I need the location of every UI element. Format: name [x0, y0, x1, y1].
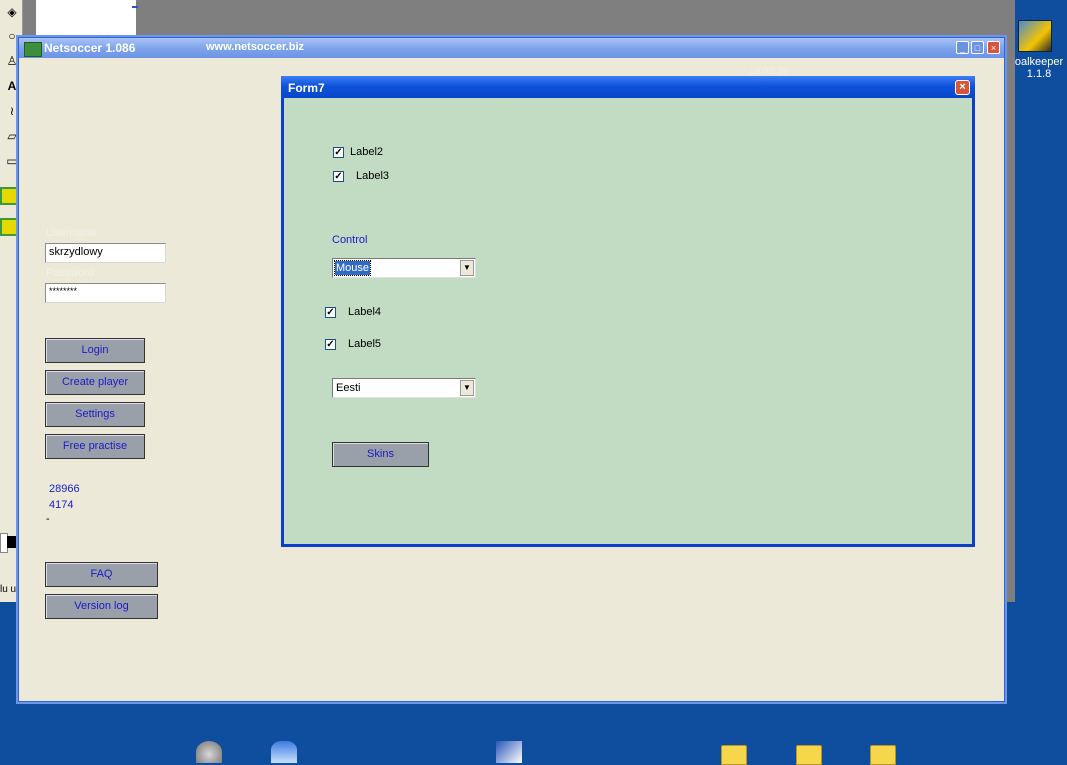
label5-text: Label5	[348, 338, 382, 350]
shortcut-label-line1: oalkeeper	[1014, 56, 1064, 68]
shortcut-label-line2: 1.1.8	[1026, 68, 1052, 80]
background-canvas	[36, 0, 136, 36]
folder-icon[interactable]	[870, 745, 896, 765]
skins-button[interactable]: Skins	[332, 442, 429, 467]
dialog-title: Form7	[288, 81, 325, 95]
label2-checkbox[interactable]: ✓	[333, 147, 344, 158]
label2-text: Label2	[350, 146, 384, 158]
username-input[interactable]: skrzydlowy	[45, 243, 166, 263]
netsoccer-logo-icon	[24, 42, 42, 57]
app-icon[interactable]	[0, 218, 18, 236]
window-title: Netsoccer 1.086	[44, 41, 136, 55]
language-dropdown[interactable]: Eesti ▼	[332, 378, 476, 398]
window-url: www.netsoccer.biz	[206, 41, 305, 53]
faq-button[interactable]: FAQ	[45, 562, 158, 587]
create-player-button[interactable]: Create player	[45, 370, 145, 395]
stat-value-3: -	[46, 513, 50, 525]
color-swatch-black[interactable]	[7, 536, 17, 548]
control-dropdown-value: Mouse	[333, 260, 372, 276]
chevron-down-icon[interactable]: ▼	[460, 380, 474, 396]
language-dropdown-value: Eesti	[336, 382, 361, 394]
close-button[interactable]: ×	[987, 41, 1000, 54]
window-titlebar[interactable]: Netsoccer 1.086 www.netsoccer.biz _ □ ×	[19, 38, 1004, 58]
paint-bucket-icon[interactable]: ◈	[4, 5, 20, 19]
app-icon[interactable]	[0, 187, 18, 205]
folder-icon[interactable]	[721, 745, 747, 765]
version-log-button[interactable]: Version log	[45, 594, 158, 619]
stat-value-2: 4174	[49, 499, 74, 511]
folder-icon[interactable]	[796, 745, 822, 765]
password-label: Password	[46, 267, 95, 279]
goalkeeper-shortcut-icon[interactable]	[1018, 20, 1052, 52]
control-dropdown[interactable]: Mouse ▼	[332, 258, 476, 278]
label3-text: Label3	[356, 170, 390, 182]
label5-checkbox[interactable]: ✓	[325, 339, 336, 350]
label3-checkbox[interactable]: ✓	[333, 171, 344, 182]
label4-text: Label4	[348, 306, 382, 318]
control-label: Control	[332, 234, 368, 246]
free-practise-button[interactable]: Free practise	[45, 434, 145, 459]
dialog-body: ✓ Label2 ✓ Label3 Control Mouse ▼ ✓ Labe…	[284, 98, 972, 544]
goalkeeper-shortcut-label[interactable]: oalkeeper 1.1.8	[1011, 56, 1067, 80]
maximize-button[interactable]: □	[971, 41, 984, 54]
dialog-titlebar[interactable]: Form7 ×	[281, 76, 975, 98]
password-input[interactable]: ********	[45, 283, 166, 303]
login-button[interactable]: Login	[45, 338, 145, 363]
network-icon[interactable]	[196, 741, 222, 763]
chevron-down-icon[interactable]: ▼	[460, 260, 474, 276]
shortcut-icon[interactable]	[496, 741, 522, 763]
form7-dialog: Form7 × ✓ Label2 ✓ Label3 Control Mouse …	[281, 76, 975, 547]
stat-value-1: 28966	[49, 483, 80, 495]
minimize-button[interactable]: _	[956, 41, 969, 54]
settings-button[interactable]: Settings	[45, 402, 145, 427]
globe-icon[interactable]	[271, 741, 297, 763]
background-mark	[132, 6, 138, 8]
label4-checkbox[interactable]: ✓	[325, 307, 336, 318]
username-label: Username	[46, 227, 97, 239]
dialog-close-button[interactable]: ×	[955, 80, 970, 95]
